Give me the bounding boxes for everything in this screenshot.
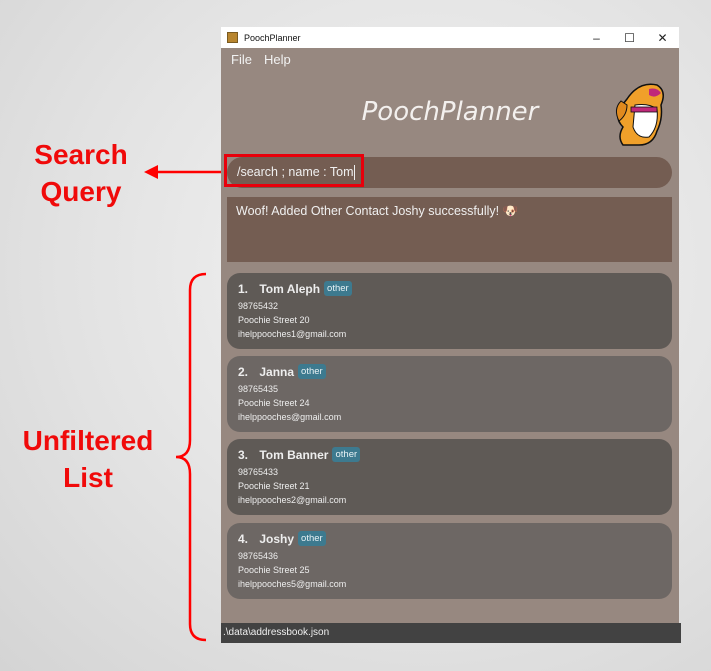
- contact-name: Tom Aleph: [259, 281, 321, 296]
- contact-name: Janna: [259, 364, 295, 379]
- contact-tag: other: [324, 281, 352, 296]
- contact-index: 4.: [238, 531, 249, 546]
- contact-card[interactable]: 1. Tom Aleph other 98765432 Poochie Stree…: [227, 273, 672, 349]
- contact-card[interactable]: 4. Joshy other 98765436 Poochie Street 25…: [227, 523, 672, 599]
- app-icon: [227, 32, 238, 43]
- arrow-icon: [144, 165, 226, 179]
- contact-email: ihelppooches2@gmail.com: [238, 495, 347, 505]
- status-bar-path: .\data\addressbook.json: [221, 623, 681, 643]
- contact-phone: 98765435: [238, 384, 279, 394]
- maximize-button[interactable]: ☐: [613, 31, 646, 45]
- contact-card[interactable]: 2. Janna other 98765435 Poochie Street 24…: [227, 356, 672, 432]
- close-button[interactable]: ✕: [646, 31, 679, 45]
- window-title: PoochPlanner: [244, 32, 301, 43]
- contact-address: Poochie Street 25: [238, 565, 310, 575]
- contact-tag: other: [298, 531, 326, 546]
- minimize-button[interactable]: –: [580, 31, 613, 45]
- app-window: PoochPlanner – ☐ ✕ File Help PoochPlanne…: [221, 27, 681, 643]
- contact-email: ihelppooches@gmail.com: [238, 412, 342, 422]
- contact-name: Tom Banner: [259, 447, 329, 462]
- title-bar: PoochPlanner – ☐ ✕: [221, 27, 679, 48]
- contact-tag: other: [298, 364, 326, 379]
- menu-file[interactable]: File: [231, 52, 252, 67]
- contact-phone: 98765432: [238, 301, 279, 311]
- contact-card[interactable]: 3. Tom Banner other 98765433 Poochie Stre…: [227, 439, 672, 515]
- contact-address: Poochie Street 20: [238, 315, 310, 325]
- dog-mascot-icon: [615, 83, 664, 146]
- contact-tag: other: [332, 447, 361, 462]
- contact-address: Poochie Street 21: [238, 481, 310, 491]
- contact-name: Joshy: [259, 531, 295, 546]
- contact-index: 1.: [238, 281, 249, 296]
- result-display: Woof! Added Other Contact Joshy successf…: [227, 197, 672, 262]
- contact-email: ihelppooches5@gmail.com: [238, 579, 347, 589]
- annotation-unfiltered-list: Unfiltered List: [22, 425, 154, 493]
- menu-help[interactable]: Help: [264, 52, 291, 67]
- contact-index: 3.: [238, 447, 249, 462]
- search-highlight-box: [224, 154, 364, 187]
- brace-icon: [175, 272, 207, 642]
- contact-phone: 98765436: [238, 551, 279, 561]
- contact-phone: 98765433: [238, 467, 279, 477]
- annotation-search-query: Search Query: [34, 139, 128, 207]
- contact-email: ihelppooches1@gmail.com: [238, 329, 347, 339]
- contact-index: 2.: [238, 364, 249, 379]
- contact-address: Poochie Street 24: [238, 398, 310, 408]
- menu-bar: File Help: [221, 48, 679, 71]
